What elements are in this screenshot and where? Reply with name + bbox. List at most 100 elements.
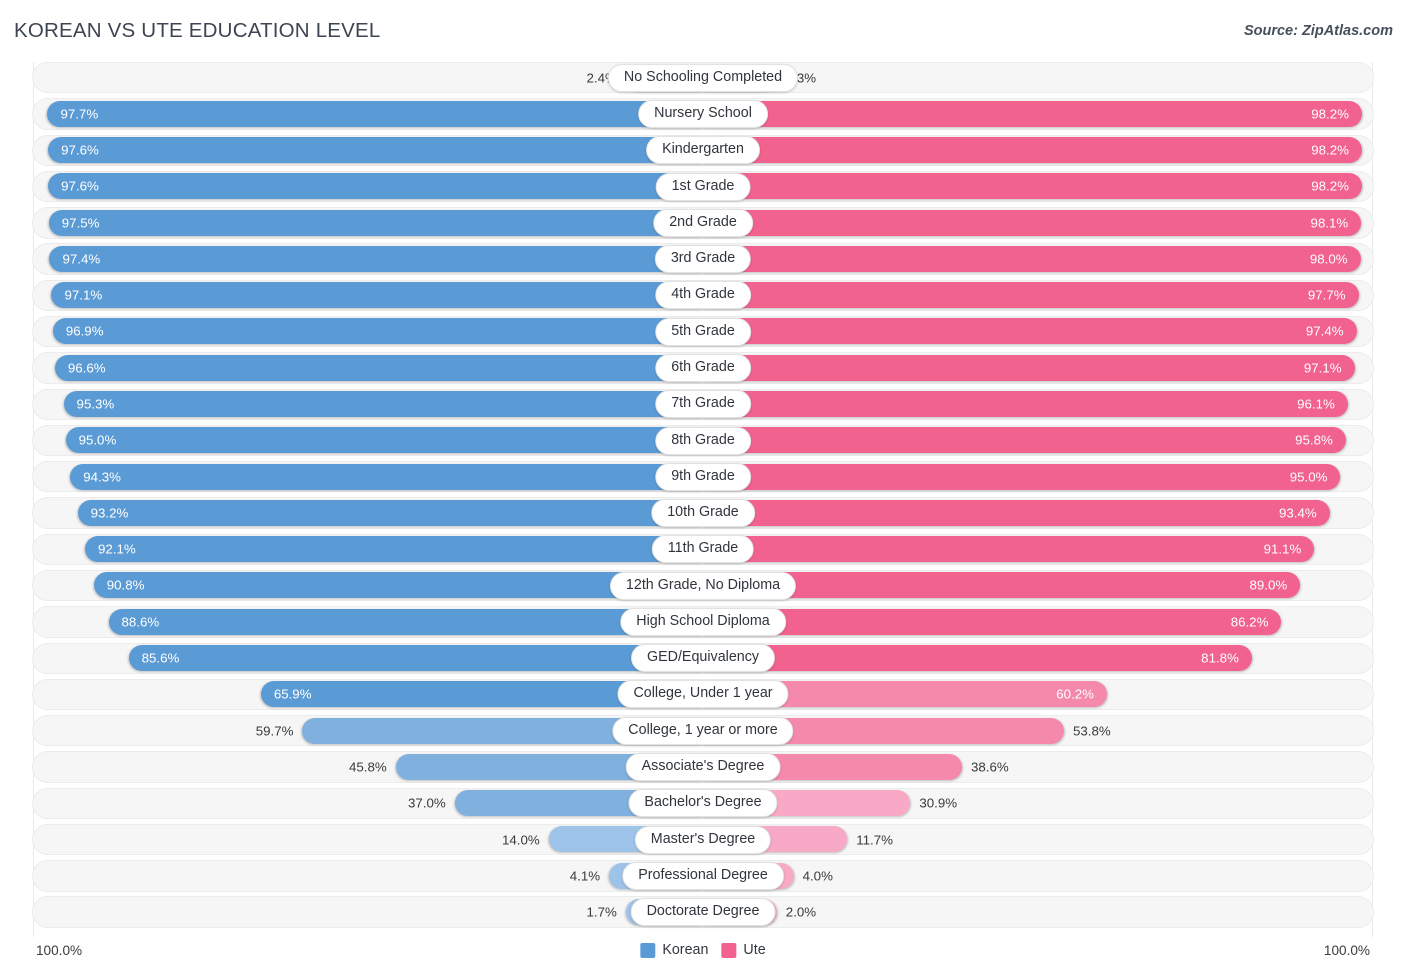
chart-row: 45.8% 38.6% Associate's Degree [0,751,1406,783]
diverging-bar-chart: 2.4% 2.3% No Schooling Completed 97.7% 98.2%… [0,62,1406,937]
bar-value-ute: 97.7% [1307,287,1346,303]
bar-value-ute: 11.7% [856,832,893,848]
chart-row: 88.6% 86.2% High School Diploma [0,606,1406,638]
bar-korean: 97.1% [51,282,703,309]
bar-value-ute: 98.2% [1311,106,1349,122]
bar-value-korean: 97.1% [64,287,103,303]
chart-row: 97.4% 98.0% 3rd Grade [0,243,1406,275]
category-label: 8th Grade [655,426,751,455]
category-label: Associate's Degree [625,753,781,782]
bar-value-ute: 96.1% [1297,396,1335,412]
bar-ute: 98.2% [703,173,1362,200]
row-inner: 59.7% 53.8% College, 1 year or more [32,715,1374,746]
category-label: No Schooling Completed [607,63,799,92]
chart-row: 4.1% 4.0% Professional Degree [0,860,1406,892]
chart-row: 97.6% 98.2% 1st Grade [0,170,1406,203]
bar-value-ute: 38.6% [971,759,1009,775]
bar-value-ute: 89.0% [1249,577,1288,593]
chart-legend: Korean Ute [640,942,766,958]
category-label: 9th Grade [655,462,751,491]
bar-korean: 88.6% [108,608,703,635]
chart-row: 37.0% 30.9% Bachelor's Degree [0,787,1406,820]
bar-value-korean: 45.8% [348,759,387,775]
bar-korean: 92.1% [85,536,703,563]
bar-korean: 97.7% [47,100,703,127]
row-inner: 95.0% 95.8% 8th Grade [32,425,1374,456]
bar-value-ute: 86.2% [1230,614,1269,630]
bar-value-korean: 95.0% [78,432,117,448]
row-inner: 96.6% 97.1% 6th Grade [32,352,1374,383]
row-inner: 93.2% 93.4% 10th Grade [32,497,1374,528]
category-label: 1st Grade [655,172,751,201]
row-inner: 97.6% 98.2% Kindergarten [32,135,1374,166]
row-inner: 1.7% 2.0% Doctorate Degree [32,896,1374,927]
bar-ute: 91.1% [703,536,1315,563]
bar-value-korean: 96.9% [65,323,104,339]
bar-korean: 94.3% [70,463,703,490]
row-inner: 14.0% 11.7% Master's Degree [32,824,1374,855]
bar-ute: 98.0% [703,245,1361,272]
category-label: 7th Grade [655,390,751,419]
bar-value-korean: 59.7% [255,723,294,739]
row-inner: 88.6% 86.2% High School Diploma [32,606,1374,637]
bar-korean: 96.6% [54,354,703,381]
chart-row: 94.3% 95.0% 9th Grade [0,461,1406,493]
bar-ute: 97.4% [703,318,1357,345]
row-inner: 85.6% 81.8% GED/Equivalency [32,643,1374,674]
bar-value-korean: 97.7% [60,106,99,122]
category-label: GED/Equivalency [630,644,776,673]
chart-row: 93.2% 93.4% 10th Grade [0,497,1406,529]
bar-ute: 81.8% [703,645,1252,671]
row-inner: 97.6% 98.2% 1st Grade [32,171,1374,202]
source-attribution: Source: ZipAtlas.com [1243,23,1393,39]
chart-page: KOREAN VS UTE EDUCATION LEVEL Source: Zi… [0,0,1406,975]
bar-value-ute: 98.2% [1311,142,1349,158]
bar-korean: 97.5% [48,209,703,236]
bar-value-ute: 97.1% [1303,360,1342,376]
bar-value-ute: 97.4% [1305,323,1344,339]
chart-footer: 100.0% Korean Ute 100.0% [0,937,1406,975]
chart-row: 14.0% 11.7% Master's Degree [0,823,1406,856]
bar-value-ute: 98.1% [1310,215,1349,231]
bar-korean: 85.6% [128,645,703,671]
bar-ute: 98.2% [703,137,1362,164]
chart-row: 97.6% 98.2% Kindergarten [0,134,1406,166]
category-label: 12th Grade, No Diploma [609,571,797,600]
category-label: Master's Degree [634,825,772,854]
bar-value-ute: 93.4% [1279,505,1317,521]
bar-value-ute: 95.0% [1289,469,1328,485]
bar-value-korean: 90.8% [106,577,145,593]
row-inner: 94.3% 95.0% 9th Grade [32,461,1374,492]
axis-label-right: 100.0% [1323,943,1370,958]
bar-value-ute: 60.2% [1056,686,1094,702]
bar-ute: 97.7% [703,282,1359,309]
bar-value-ute: 4.0% [802,868,833,884]
chart-row: 97.7% 98.2% Nursery School [0,98,1406,130]
bar-value-korean: 92.1% [98,541,136,557]
legend-item[interactable]: Ute [721,942,766,958]
row-inner: 2.4% 2.3% No Schooling Completed [32,62,1374,93]
page-title: KOREAN VS UTE EDUCATION LEVEL [14,19,381,42]
bar-value-korean: 94.3% [83,469,121,485]
category-label: 4th Grade [655,281,751,310]
category-label: Professional Degree [622,861,784,890]
bar-value-korean: 95.3% [76,396,115,412]
bar-value-korean: 14.0% [501,832,540,848]
chart-row: 95.3% 96.1% 7th Grade [0,388,1406,420]
bar-korean: 96.9% [52,318,703,345]
category-label: College, 1 year or more [612,716,794,745]
bar-value-korean: 96.6% [67,360,106,376]
category-label: Nursery School [638,99,768,128]
bar-ute: 98.1% [703,209,1362,236]
bar-korean: 95.3% [63,391,703,418]
bar-value-ute: 98.2% [1311,178,1349,194]
row-inner: 97.5% 98.1% 2nd Grade [32,207,1374,238]
row-inner: 45.8% 38.6% Associate's Degree [32,751,1374,782]
category-label: 2nd Grade [653,208,753,237]
bar-value-korean: 97.4% [62,251,101,267]
legend-item[interactable]: Korean [640,942,708,958]
bar-value-korean: 1.7% [586,904,617,920]
category-label: 6th Grade [655,353,751,382]
bar-value-ute: 91.1% [1263,541,1302,557]
bar-value-ute: 53.8% [1072,723,1111,739]
